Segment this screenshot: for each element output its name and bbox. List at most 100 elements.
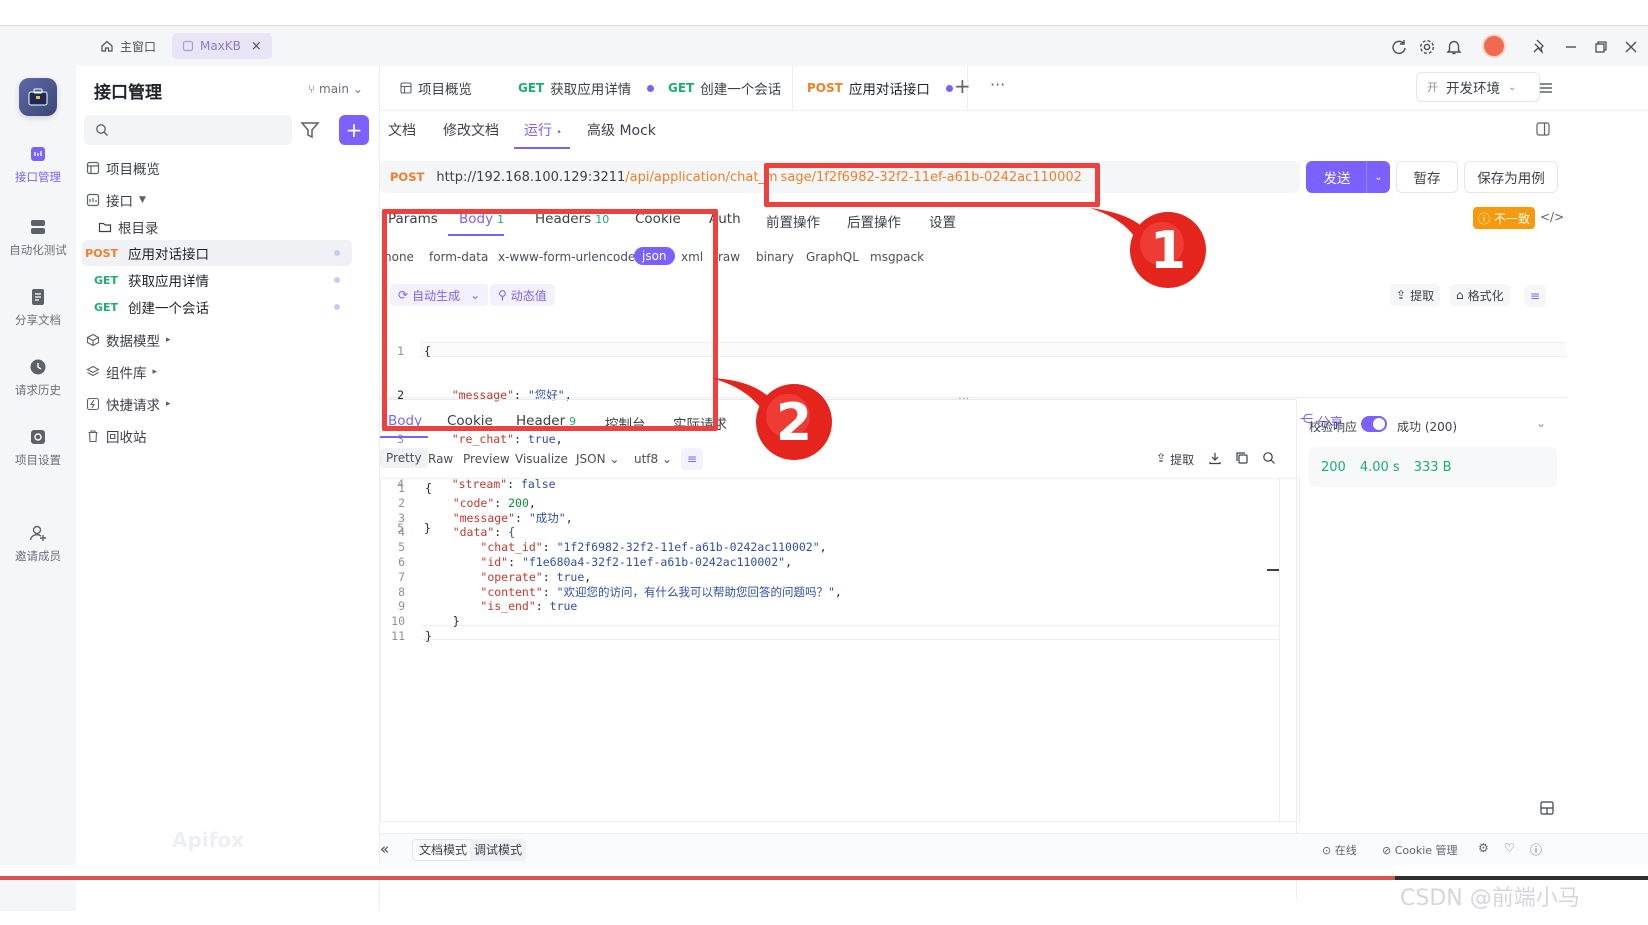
online-status[interactable]: ⊙ 在线 [1322,842,1357,858]
subtab-advanced-mock[interactable]: 高级 Mock [587,120,656,140]
layout-icon[interactable] [1540,801,1554,815]
tree-item-quick-requests[interactable]: 快捷请求 ▸ [86,391,171,417]
view-raw[interactable]: Raw [428,452,453,466]
rail-item-automation[interactable]: 自动化测试 [0,216,76,258]
rail-item-invite[interactable]: 邀请成员 [0,522,76,564]
download-icon[interactable] [1208,451,1222,465]
response-scroll-track [1279,479,1280,823]
filter-icon[interactable] [298,118,322,142]
add-api-button[interactable]: + [339,115,369,145]
tree-item-root[interactable]: 根目录 [98,214,159,240]
restore-icon[interactable] [1592,38,1610,56]
tree-item-api-group[interactable]: 接口 ▼ [86,187,146,213]
rail-item-project-settings[interactable]: 项目设置 [0,426,76,468]
refresh-icon[interactable] [1390,38,1408,56]
sidebar-search-input[interactable] [84,115,292,145]
environment-selector[interactable]: 开 开发环境 ⌄ [1416,72,1540,102]
help-icon[interactable]: ⓘ [1530,841,1542,858]
new-tab-plus-icon[interactable]: + [954,74,971,98]
view-pretty[interactable]: Pretty [380,448,428,468]
collapse-sidebar-icon[interactable]: « [380,840,389,858]
param-tab-post[interactable]: 后置操作 [847,211,901,231]
response-body-viewer[interactable]: 1 2 3 4 5 6 7 8 9 10 11 { "code": 200, "message": … [380,478,1300,823]
project-logo[interactable] [19,78,57,116]
tree-item-data-models[interactable]: 数据模型 ▸ [86,327,171,353]
api-row-chat[interactable]: POST 应用对话接口 [82,240,352,266]
code-line: "content": "欢迎您的访问，有什么我可以帮助您回答的问题吗？", [480,584,842,599]
rail-item-share-docs[interactable]: 分享文档 [0,286,76,328]
line-number: 2 [398,495,405,510]
rail-item-history[interactable]: 请求历史 [0,356,76,398]
send-dropdown-icon[interactable]: ⌄ [1366,161,1390,193]
encoding-select[interactable]: utf8 ⌄ [634,452,672,466]
format-select[interactable]: JSON ⌄ [576,452,619,466]
api-row-create-session[interactable]: GET 创建一个会话 [82,294,352,320]
param-tab-pre[interactable]: 前置操作 [766,211,820,231]
response-extract-button[interactable]: ⇪ 提取 [1156,451,1194,468]
settings-gear-icon[interactable] [1418,38,1436,56]
body-type-raw[interactable]: raw [718,250,740,264]
code-view-icon[interactable]: </> [1540,210,1564,224]
tree-item-recycle-bin[interactable]: 回收站 [86,423,147,449]
rail-label: 接口管理 [15,170,61,184]
body-type-binary[interactable]: binary [756,250,794,264]
format-button[interactable]: ⌂ 格式化 [1450,284,1510,306]
project-settings-icon [31,430,45,444]
rail-item-api-management[interactable]: 接口管理 [0,143,76,185]
validate-toggle[interactable] [1361,416,1387,432]
doc-mode-button[interactable]: 文档模式 [412,839,475,861]
overview-icon [400,82,412,94]
line-number: 4 [398,525,405,540]
feedback-icon[interactable]: ♡ [1504,841,1515,855]
save-temp-button[interactable]: 暂存 [1396,161,1458,193]
body-type-graphql[interactable]: GraphQL [806,250,859,264]
tab-app-detail[interactable]: GET 获取应用详情 [518,77,655,99]
wrap-lines-icon[interactable]: ≡ [681,448,703,470]
caret-down-icon: ▼ [139,195,146,205]
subtab-run[interactable]: 运行 • [524,120,562,140]
pin-icon[interactable] [1530,38,1548,56]
user-avatar[interactable] [1482,34,1506,58]
extract-label: 提取 [1410,288,1435,303]
view-preview[interactable]: Preview [463,452,510,466]
tree-item-overview[interactable]: 项目概览 [86,155,160,181]
toggle-panel-icon[interactable] [1536,122,1550,136]
response-scroll-thumb[interactable] [1267,569,1279,571]
extract-button[interactable]: ⇪ 提取 [1390,284,1441,306]
menu-icon[interactable] [1538,80,1554,96]
close-window-icon[interactable] [1622,38,1640,56]
cookie-manager[interactable]: ⊘ Cookie 管理 [1382,842,1458,858]
copy-icon[interactable] [1235,451,1249,465]
param-tab-settings[interactable]: 设置 [929,211,956,231]
bell-icon[interactable] [1445,38,1463,56]
url-path: /api/application/chat_m [625,169,778,185]
tab-create-session[interactable]: GET 创建一个会话 [668,77,805,99]
branch-selector[interactable]: ⑂ main ⌄ [308,82,363,96]
code-brace: } [452,614,460,629]
tab-chat-api[interactable]: POST 应用对话接口 [792,66,968,110]
more-tabs-icon[interactable]: ··· [990,75,1005,94]
window-tab-home[interactable]: 主窗口 [90,33,166,59]
chevron-down-icon[interactable]: ⌄ [1536,416,1546,430]
line-number: 5 [398,540,405,555]
tree-item-components[interactable]: 组件库 ▸ [86,359,157,385]
save-as-case-button[interactable]: 保存为用例 [1464,161,1558,193]
api-row-app-detail[interactable]: GET 获取应用详情 [82,267,352,293]
tab-project-overview[interactable]: 项目概览 [400,77,472,99]
subtab-edit-docs[interactable]: 修改文档 [443,120,499,140]
send-button[interactable]: 发送 ⌄ [1306,161,1390,193]
window-tab-app[interactable]: MaxKB × [172,33,272,59]
wrap-icon[interactable]: ≡ [1524,285,1546,307]
tree-label: 组件库 [106,366,147,382]
minimize-icon[interactable] [1562,38,1580,56]
view-visualize[interactable]: Visualize [515,452,568,466]
inconsistent-badge[interactable]: ⓘ 不一致 [1473,207,1535,229]
validate-result[interactable]: 成功 (200) [1397,418,1457,435]
settings-icon[interactable]: ⚙ [1478,841,1489,855]
close-tab-icon[interactable]: × [251,39,262,54]
debug-mode-button[interactable]: 调试模式 [470,839,527,861]
search-response-icon[interactable] [1262,451,1276,465]
body-type-msgpack[interactable]: msgpack [870,250,924,264]
subtab-docs[interactable]: 文档 [388,120,416,140]
method-badge: GET [93,300,118,314]
